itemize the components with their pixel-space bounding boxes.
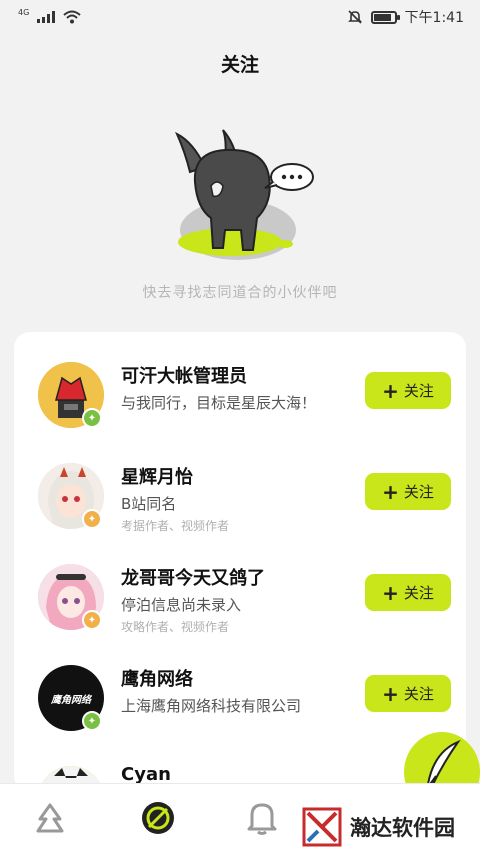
verified-badge: ✦	[82, 509, 102, 529]
plus-icon: +	[382, 378, 399, 403]
home-nav-icon	[36, 803, 64, 833]
watermark-logo	[302, 807, 342, 847]
user-tags: 攻略作者、视频作者	[121, 620, 230, 634]
user-description: B站同名	[121, 495, 177, 513]
verified-badge: ✦	[82, 408, 102, 428]
status-bar: 4G 下午1:41	[0, 0, 480, 34]
user-name[interactable]: 可汗大帐管理员	[121, 362, 247, 388]
discover-nav-icon	[142, 802, 174, 834]
user-name[interactable]: Cyan	[121, 764, 171, 785]
mute-bell-icon	[347, 10, 362, 24]
empty-state-tagline: 快去寻找志同道合的小伙伴吧	[142, 285, 338, 301]
verified-badge: ✦	[82, 610, 102, 630]
follow-button[interactable]: + 关注	[365, 372, 451, 409]
user-name[interactable]: 星辉月怡	[121, 463, 193, 489]
nav-home[interactable]	[30, 798, 70, 838]
user-tags: 考据作者、视频作者	[121, 519, 230, 533]
signal-icon	[37, 11, 56, 23]
user-row[interactable]: ✦ 可汗大帐管理员 与我同行，目标是星辰大海！ + 关注	[14, 362, 466, 463]
plus-icon: +	[382, 681, 399, 706]
network-type: 4G	[18, 7, 30, 17]
user-description: 与我同行，目标是星辰大海！	[121, 394, 317, 412]
notification-nav-icon	[247, 803, 277, 835]
nav-discover[interactable]	[138, 798, 178, 838]
watermark: 瀚达软件园	[300, 802, 480, 852]
battery-icon	[370, 10, 400, 24]
wifi-icon	[63, 10, 81, 24]
clock: 下午1:41	[404, 10, 464, 26]
user-description: 上海鹰角网络科技有限公司	[121, 697, 302, 715]
verified-badge: ✦	[82, 711, 102, 731]
user-row[interactable]: ✦ 星辉月怡 B站同名 考据作者、视频作者 + 关注	[14, 463, 466, 564]
follow-button[interactable]: + 关注	[365, 675, 451, 712]
user-row[interactable]: ✦ 龙哥哥今天又鸽了 停泊信息尚未录入 攻略作者、视频作者 + 关注	[14, 564, 466, 665]
hawk-logo-text: 鹰角网络	[51, 694, 91, 706]
watermark-text: 瀚达软件园	[350, 815, 455, 840]
follow-button[interactable]: + 关注	[365, 574, 451, 611]
follow-button[interactable]: + 关注	[365, 473, 451, 510]
page-title: 关注	[220, 54, 259, 76]
mascot-illustration	[174, 129, 314, 260]
nav-notifications[interactable]	[242, 798, 282, 838]
plus-icon: +	[382, 479, 399, 504]
plus-icon: +	[382, 580, 399, 605]
user-description: 停泊信息尚未录入	[121, 596, 242, 614]
user-name[interactable]: 龙哥哥今天又鸽了	[121, 564, 265, 590]
recommended-users-card: ✦ 可汗大帐管理员 与我同行，目标是星辰大海！ + 关注 ✦ 星辉月怡 B站同名…	[14, 332, 466, 792]
user-name[interactable]: 鹰角网络	[121, 665, 193, 691]
user-row[interactable]: 鹰角网络 ✦ 鹰角网络 上海鹰角网络科技有限公司 + 关注	[14, 665, 466, 766]
